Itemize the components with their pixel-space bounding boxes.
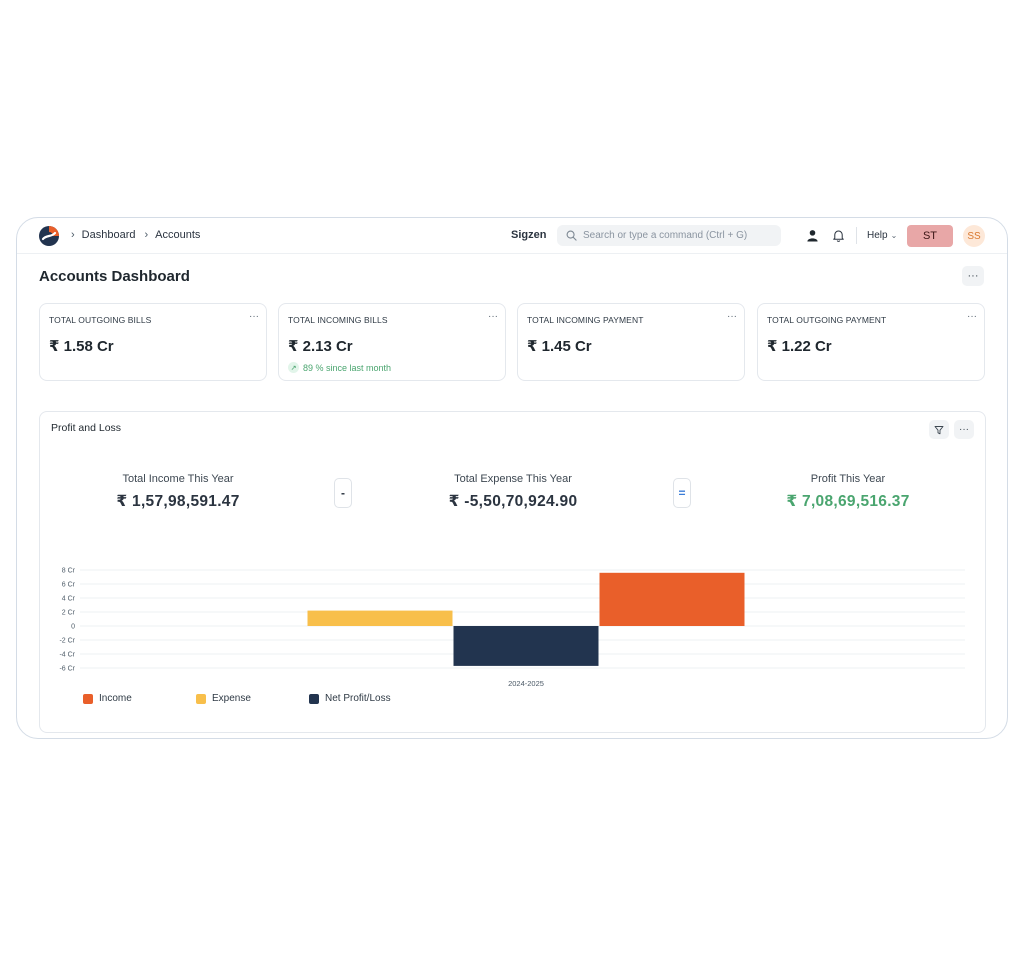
y-tick-label: 2 Cr	[62, 610, 76, 617]
widget-more-button[interactable]: ···	[954, 420, 974, 439]
profit-stat: Profit This Year ₹ 7,08,69,516.37	[733, 473, 963, 511]
y-tick-label: -4 Cr	[59, 652, 75, 659]
legend-expense[interactable]: Expense	[196, 693, 251, 704]
card-value: ₹ 1.22 Cr	[767, 338, 832, 355]
chevron-right-icon: ›	[144, 229, 149, 241]
breadcrumb-accounts[interactable]: Accounts	[155, 229, 200, 241]
profit-value: ₹ 7,08,69,516.37	[786, 493, 910, 510]
more-icon[interactable]: ···	[249, 311, 259, 322]
bell-icon[interactable]	[832, 229, 845, 242]
y-tick-label: 0	[71, 624, 75, 631]
number-card[interactable]: TOTAL INCOMING BILLS ··· ₹ 2.13 Cr ↗ 89 …	[278, 303, 506, 381]
navbar: › Dashboard › Accounts Sigzen Help ⌄ ST …	[17, 218, 1007, 254]
legend-net-profit-loss[interactable]: Net Profit/Loss	[309, 693, 391, 704]
arrow-up-right-icon: ↗	[288, 362, 299, 373]
card-value: ₹ 1.45 Cr	[527, 338, 592, 355]
bar-expense	[307, 610, 453, 626]
breadcrumb: › Dashboard › Accounts	[71, 229, 209, 241]
y-tick-label: 8 Cr	[62, 568, 76, 575]
equals-operator: =	[673, 478, 691, 508]
more-icon[interactable]: ···	[727, 311, 737, 322]
legend-income[interactable]: Income	[83, 693, 132, 704]
help-dropdown[interactable]: Help ⌄	[867, 230, 897, 241]
x-tick-label: 2024-2025	[508, 679, 544, 688]
legend-swatch	[83, 693, 93, 704]
card-value: ₹ 2.13 Cr	[288, 338, 353, 355]
avatar[interactable]: SS	[963, 225, 985, 247]
card-value: ₹ 1.58 Cr	[49, 338, 114, 355]
help-label: Help	[867, 230, 888, 241]
user-icon[interactable]	[806, 229, 819, 242]
filter-button[interactable]	[929, 420, 949, 439]
chevron-right-icon: ›	[71, 229, 75, 241]
search-icon	[566, 230, 577, 241]
widget-title: Profit and Loss	[51, 422, 122, 434]
card-label: TOTAL OUTGOING PAYMENT	[767, 315, 887, 325]
number-card[interactable]: TOTAL OUTGOING BILLS ··· ₹ 1.58 Cr	[39, 303, 267, 381]
income-value: ₹ 1,57,98,591.47	[116, 493, 240, 510]
y-tick-label: 6 Cr	[62, 582, 76, 589]
st-button[interactable]: ST	[907, 225, 953, 247]
org-name: Sigzen	[511, 229, 547, 241]
navbar-divider	[856, 227, 857, 244]
search-bar[interactable]	[557, 225, 781, 246]
number-card[interactable]: TOTAL OUTGOING PAYMENT ··· ₹ 1.22 Cr	[757, 303, 985, 381]
number-card[interactable]: TOTAL INCOMING PAYMENT ··· ₹ 1.45 Cr	[517, 303, 745, 381]
filter-icon	[934, 425, 944, 434]
expense-stat: Total Expense This Year ₹ -5,50,70,924.9…	[398, 473, 628, 511]
card-label: TOTAL INCOMING BILLS	[288, 315, 388, 325]
legend-swatch	[196, 693, 206, 704]
card-label: TOTAL INCOMING PAYMENT	[527, 315, 644, 325]
income-stat: Total Income This Year ₹ 1,57,98,591.47	[63, 473, 293, 511]
profit-label: Profit This Year	[810, 473, 886, 485]
card-label: TOTAL OUTGOING BILLS	[49, 315, 152, 325]
income-label: Total Income This Year	[122, 473, 234, 485]
breadcrumb-dashboard[interactable]: Dashboard	[82, 229, 136, 241]
expense-value: ₹ -5,50,70,924.90	[448, 493, 578, 510]
bar-income	[599, 572, 745, 626]
legend-swatch	[309, 693, 319, 704]
chevron-down-icon: ⌄	[890, 231, 898, 240]
page-more-button[interactable]: ···	[962, 266, 984, 286]
minus-operator: -	[334, 478, 352, 508]
search-input[interactable]	[583, 230, 773, 241]
expense-label: Total Expense This Year	[454, 473, 572, 485]
profit-loss-chart: 8 Cr 6 Cr 4 Cr 2 Cr 0 -2 Cr -4 Cr -6 Cr 2024-202…	[59, 568, 965, 688]
app-logo-icon[interactable]	[39, 226, 59, 246]
profit-loss-widget: Profit and Loss ··· Total Income This Ye…	[39, 411, 986, 733]
more-icon[interactable]: ···	[488, 311, 498, 322]
card-delta-text: 89 % since last month	[303, 362, 392, 373]
page-title: Accounts Dashboard	[39, 268, 190, 285]
legend-label: Income	[99, 693, 132, 704]
card-delta: ↗ 89 % since last month	[288, 362, 391, 373]
app-window: › Dashboard › Accounts Sigzen Help ⌄ ST …	[16, 217, 1008, 739]
more-icon[interactable]: ···	[967, 311, 977, 322]
y-tick-label: 4 Cr	[62, 596, 76, 603]
y-tick-label: -2 Cr	[59, 638, 75, 645]
y-tick-label: -6 Cr	[59, 666, 75, 673]
legend-label: Net Profit/Loss	[325, 693, 391, 704]
bar-net-profit-loss	[453, 626, 599, 666]
legend-label: Expense	[212, 693, 251, 704]
